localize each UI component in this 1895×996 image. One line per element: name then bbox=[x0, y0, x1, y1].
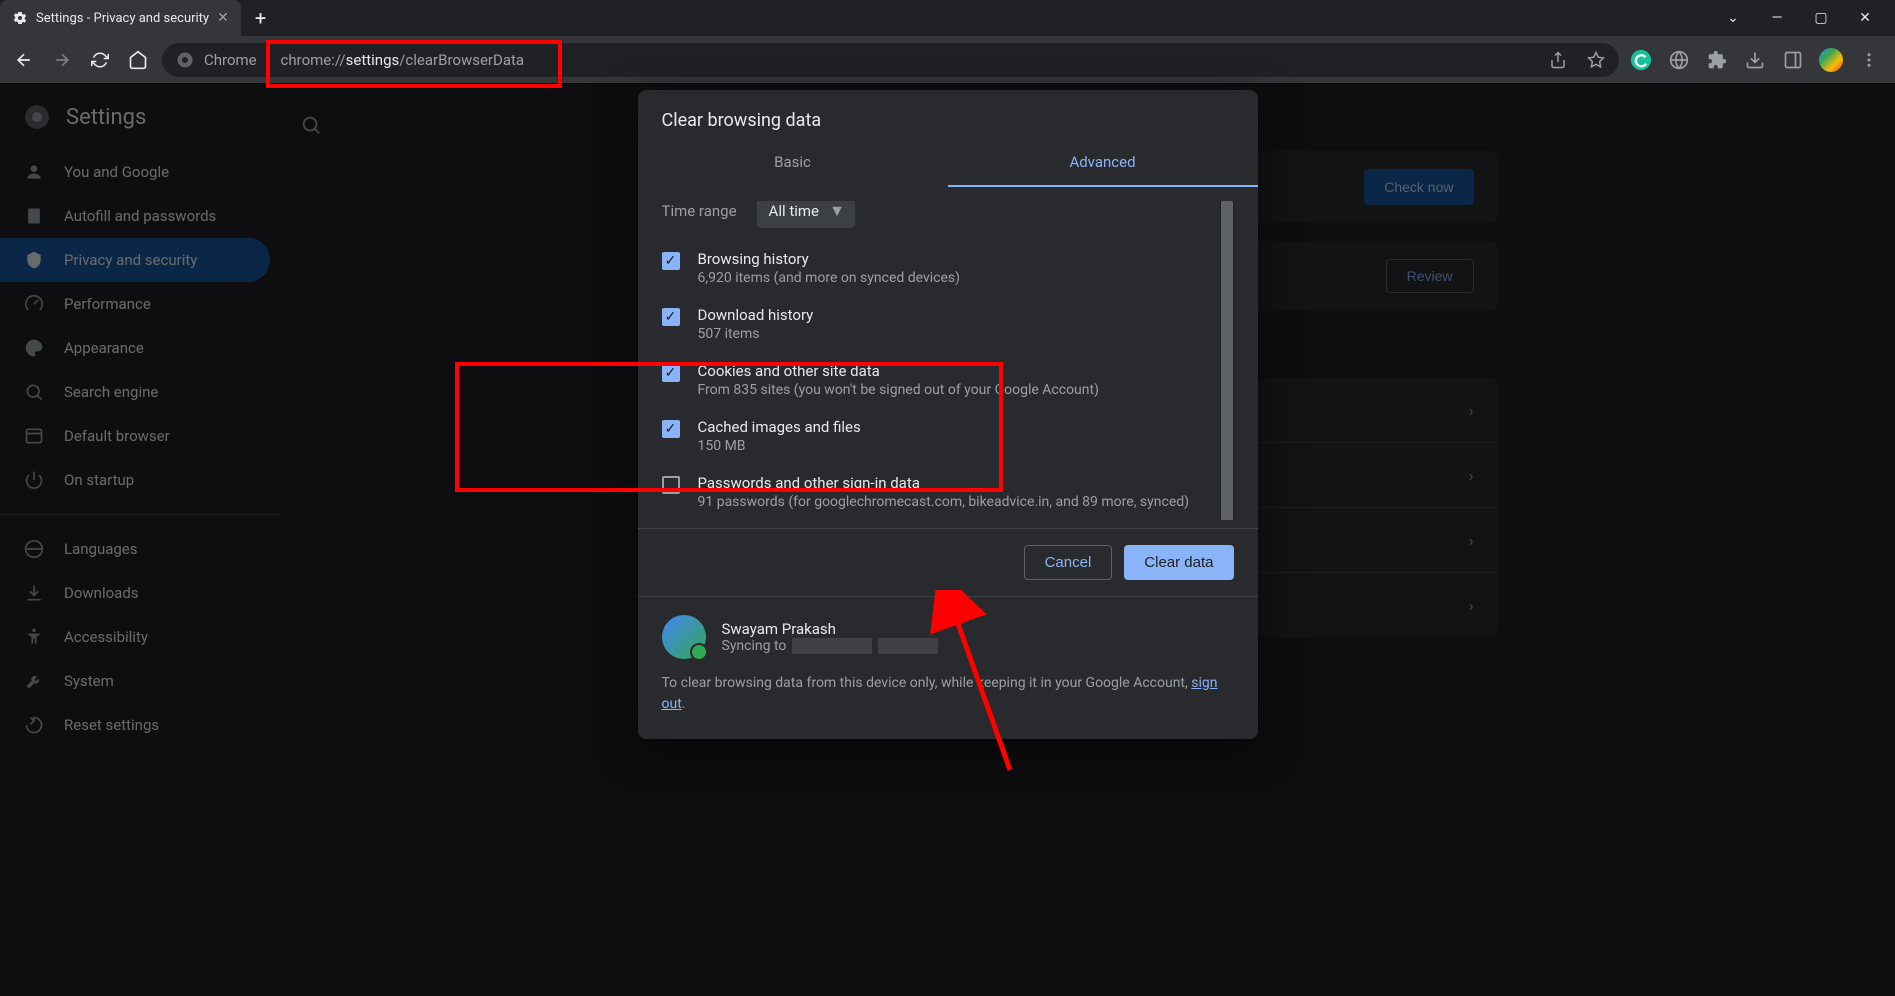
minimize-button[interactable]: — bbox=[1767, 10, 1787, 26]
browser-tab[interactable]: Settings - Privacy and security ✕ bbox=[0, 0, 241, 36]
item-sub: From 835 sites (you won't be signed out … bbox=[698, 382, 1099, 398]
footer-text: To clear browsing data from this device … bbox=[662, 673, 1234, 715]
back-button[interactable] bbox=[10, 46, 38, 74]
menu-icon[interactable] bbox=[1857, 48, 1881, 72]
item-title: Passwords and other sign-in data bbox=[698, 474, 1190, 492]
maximize-button[interactable]: ▢ bbox=[1811, 10, 1831, 26]
extensions-icon[interactable] bbox=[1705, 48, 1729, 72]
grammarly-icon[interactable] bbox=[1629, 48, 1653, 72]
tab-title: Settings - Privacy and security bbox=[36, 11, 209, 26]
cancel-button[interactable]: Cancel bbox=[1024, 545, 1113, 580]
profile-avatar[interactable] bbox=[1819, 48, 1843, 72]
sync-status: Syncing to bbox=[722, 638, 939, 654]
tabsearch-button[interactable]: ⌄ bbox=[1723, 10, 1743, 26]
scrollbar[interactable]: ▼ bbox=[1220, 201, 1234, 520]
profile-name: Swayam Prakash bbox=[722, 620, 939, 638]
close-icon[interactable]: ✕ bbox=[217, 10, 229, 26]
bookmark-icon[interactable] bbox=[1587, 51, 1605, 69]
browser-toolbar: Chrome | chrome://settings/clearBrowserD… bbox=[0, 36, 1895, 84]
item-sub: 507 items bbox=[698, 326, 814, 342]
window-titlebar: Settings - Privacy and security ✕ + ⌄ — … bbox=[0, 0, 1895, 36]
reload-button[interactable] bbox=[86, 46, 114, 74]
dialog-title: Clear browsing data bbox=[638, 90, 1258, 141]
checkbox[interactable]: ✓ bbox=[662, 308, 680, 326]
chrome-icon bbox=[176, 51, 194, 69]
clear-data-button[interactable]: Clear data bbox=[1124, 545, 1233, 580]
checkbox-row-download-history[interactable]: ✓ Download history 507 items bbox=[662, 296, 1234, 352]
checkbox-row-passwords[interactable]: Passwords and other sign-in data 91 passw… bbox=[662, 464, 1234, 520]
address-bar[interactable]: Chrome | chrome://settings/clearBrowserD… bbox=[162, 43, 1619, 77]
item-title: Browsing history bbox=[698, 250, 961, 268]
checkbox-row-browsing-history[interactable]: ✓ Browsing history 6,920 items (and more … bbox=[662, 240, 1234, 296]
close-window-button[interactable]: ✕ bbox=[1855, 10, 1875, 26]
new-tab-button[interactable]: + bbox=[241, 0, 280, 36]
globe-icon[interactable] bbox=[1667, 48, 1691, 72]
time-range-label: Time range bbox=[662, 202, 737, 220]
item-title: Download history bbox=[698, 306, 814, 324]
share-icon[interactable] bbox=[1549, 51, 1567, 69]
checkbox[interactable]: ✓ bbox=[662, 252, 680, 270]
site-info: Chrome bbox=[204, 51, 257, 69]
item-sub: 6,920 items (and more on synced devices) bbox=[698, 270, 961, 286]
clear-browsing-data-dialog: Clear browsing data Basic Advanced Time … bbox=[638, 90, 1258, 739]
tab-advanced[interactable]: Advanced bbox=[948, 141, 1258, 187]
item-sub: 91 passwords (for googlechromecast.com, … bbox=[698, 494, 1190, 510]
item-sub: 150 MB bbox=[698, 438, 861, 454]
home-button[interactable] bbox=[124, 46, 152, 74]
item-title: Cached images and files bbox=[698, 418, 861, 436]
checkbox[interactable]: ✓ bbox=[662, 364, 680, 382]
downloads-icon[interactable] bbox=[1743, 48, 1767, 72]
forward-button[interactable] bbox=[48, 46, 76, 74]
checkbox-row-cookies[interactable]: ✓ Cookies and other site data From 835 si… bbox=[662, 352, 1234, 408]
url-text: chrome://settings/clearBrowserData bbox=[281, 51, 525, 69]
item-title: Cookies and other site data bbox=[698, 362, 1099, 380]
sidepanel-icon[interactable] bbox=[1781, 48, 1805, 72]
checkbox[interactable]: ✓ bbox=[662, 420, 680, 438]
gear-icon bbox=[12, 10, 28, 26]
tab-basic[interactable]: Basic bbox=[638, 141, 948, 187]
profile-avatar bbox=[662, 615, 706, 659]
checkbox-row-cache[interactable]: ✓ Cached images and files 150 MB bbox=[662, 408, 1234, 464]
checkbox[interactable] bbox=[662, 476, 680, 494]
time-range-select[interactable]: All time bbox=[757, 201, 855, 228]
